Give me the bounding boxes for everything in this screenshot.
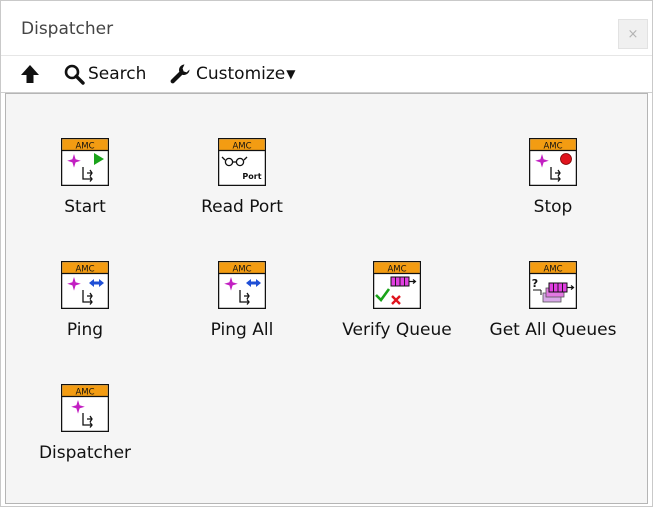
close-icon: × <box>627 26 639 42</box>
window-title: Dispatcher <box>21 19 114 39</box>
palette-item-label: Start <box>64 197 106 217</box>
title-bar: Dispatcher × <box>1 1 652 55</box>
svg-text:?: ? <box>532 277 538 290</box>
palette-item-label: Stop <box>533 197 573 217</box>
palette-item-start[interactable]: AMC Start <box>15 138 155 233</box>
palette-item-label: Dispatcher <box>38 443 132 463</box>
dispatcher-window: Dispatcher × Search Customize ▼ AMC Star… <box>0 0 653 507</box>
amc-read-port-icon: AMC Port <box>218 138 266 186</box>
customize-menu[interactable]: Customize ▼ <box>169 56 295 92</box>
amc-get-all-queues-icon: AMC ? <box>529 261 577 309</box>
palette-item-label: Get All Queues <box>489 320 617 340</box>
amc-dispatcher-icon: AMC <box>61 384 109 432</box>
amc-badge: AMC <box>543 264 562 274</box>
palette-item-label: Read Port <box>201 197 283 217</box>
palette-item-label: Verify Queue <box>342 320 452 340</box>
palette-item-get-all-queues[interactable]: AMC ? Get All Queues <box>483 261 623 356</box>
amc-badge: AMC <box>543 141 562 151</box>
amc-badge: AMC <box>75 264 94 274</box>
palette-item-dispatcher[interactable]: AMC Dispatcher <box>15 384 155 479</box>
toolbar: Search Customize ▼ <box>1 55 652 93</box>
amc-badge: AMC <box>75 387 94 397</box>
palette-item-ping-all[interactable]: AMC Ping All <box>172 261 312 356</box>
search-label: Search <box>88 64 147 84</box>
amc-badge: AMC <box>232 264 251 274</box>
palette-item-label: Ping All <box>210 320 274 340</box>
dropdown-caret-icon: ▼ <box>286 67 296 81</box>
port-sublabel: Port <box>242 172 261 181</box>
palette-item-stop[interactable]: AMC Stop <box>483 138 623 233</box>
palette-item-read-port[interactable]: AMC Port Read Port <box>172 138 312 233</box>
arrow-up-icon <box>21 65 39 83</box>
close-button[interactable]: × <box>618 19 648 49</box>
amc-badge: AMC <box>387 264 406 274</box>
function-palette: AMC Start AMC Port Read Port AMC Stop AM… <box>5 93 648 504</box>
amc-ping-all-icon: AMC <box>218 261 266 309</box>
search-icon <box>64 64 85 85</box>
search-button[interactable]: Search <box>63 56 146 92</box>
wrench-icon <box>170 64 190 84</box>
amc-start-icon: AMC <box>61 138 109 186</box>
up-button[interactable] <box>19 56 41 92</box>
palette-item-verify-queue[interactable]: AMC Verify Queue <box>327 261 467 356</box>
amc-badge: AMC <box>232 141 251 151</box>
amc-stop-icon: AMC <box>529 138 577 186</box>
amc-badge: AMC <box>75 141 94 151</box>
amc-ping-icon: AMC <box>61 261 109 309</box>
amc-verify-queue-icon: AMC <box>373 261 421 309</box>
palette-item-label: Ping <box>66 320 104 340</box>
customize-label: Customize <box>196 64 286 84</box>
palette-item-ping[interactable]: AMC Ping <box>15 261 155 356</box>
